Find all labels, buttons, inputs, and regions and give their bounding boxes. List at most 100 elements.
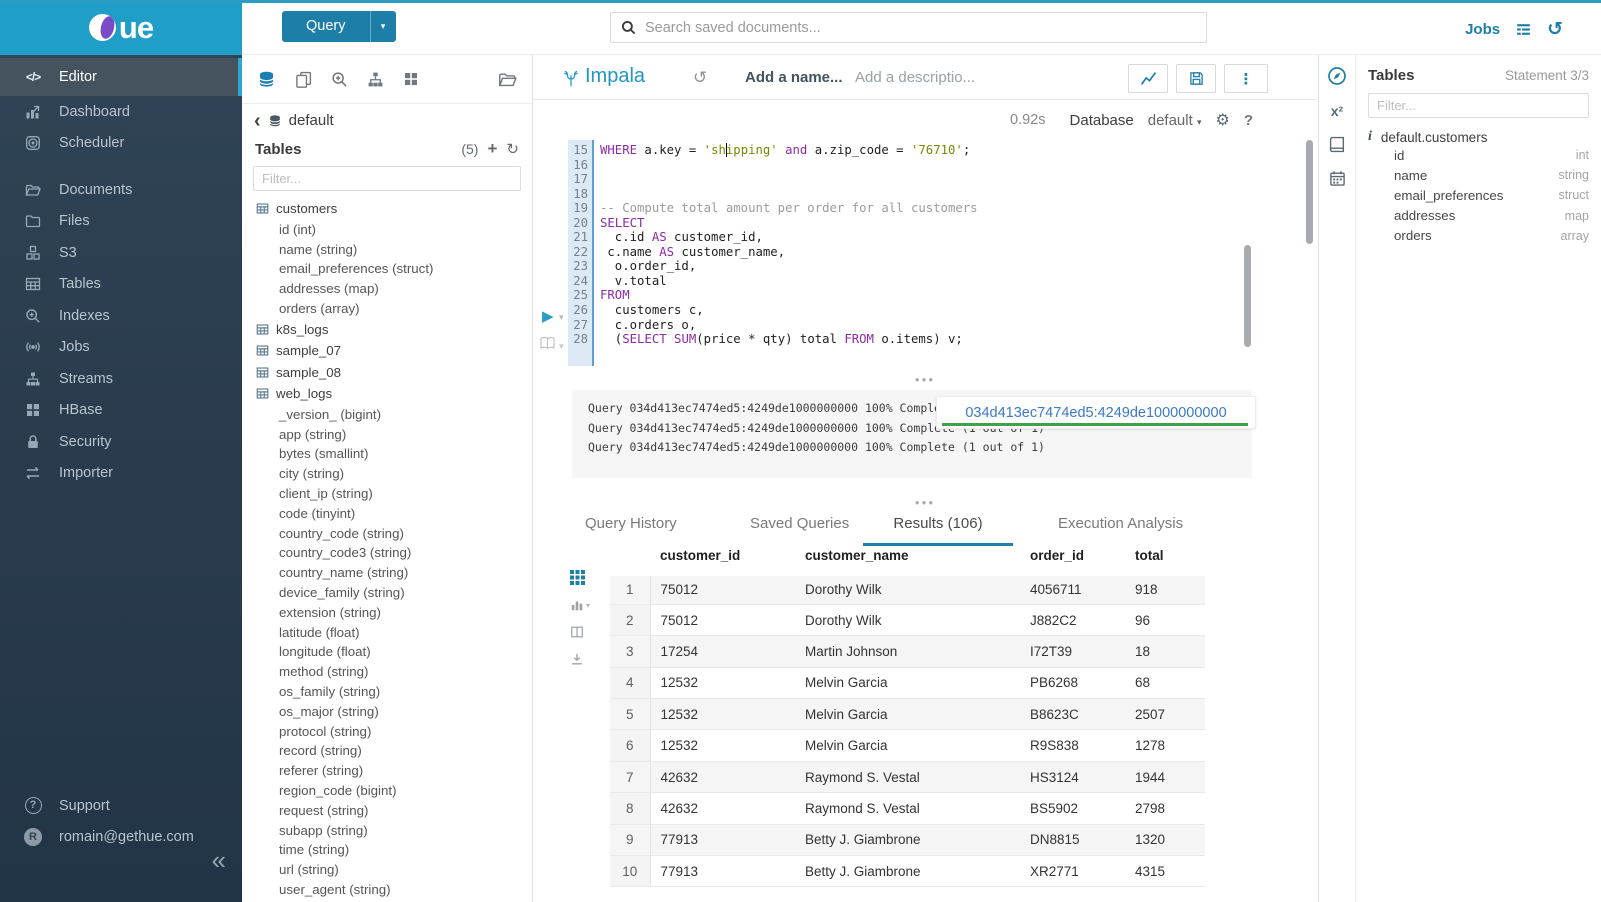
- document-search[interactable]: [610, 12, 1207, 43]
- assist-column-row[interactable]: device_family (string): [242, 583, 532, 603]
- query-description-field[interactable]: Add a descriptio...: [855, 69, 975, 86]
- assist-column-row[interactable]: city (string): [242, 464, 532, 484]
- result-row[interactable]: 842632Raymond S. VestalBS59022798: [610, 793, 1205, 824]
- language-reference-icon[interactable]: [1329, 136, 1346, 153]
- column-header[interactable]: total: [1125, 546, 1205, 573]
- column-header[interactable]: customer_name: [795, 546, 1020, 573]
- active-table-row[interactable]: i default.customers: [1368, 129, 1589, 145]
- info-icon[interactable]: i: [1368, 129, 1372, 145]
- sidebar-item-hbase[interactable]: HBase: [0, 395, 242, 427]
- functions-icon[interactable]: x²: [1331, 103, 1343, 119]
- hue-logo[interactable]: ue: [0, 0, 242, 55]
- open-folder-icon[interactable]: [498, 70, 517, 89]
- query-dropdown-caret-icon[interactable]: ▾: [370, 11, 396, 42]
- tab-saved-queries[interactable]: Saved Queries: [750, 505, 849, 543]
- result-row[interactable]: 275012Dorothy WilkJ882C296: [610, 604, 1205, 635]
- query-history-icon[interactable]: ↺: [1547, 18, 1563, 41]
- assist-column-row[interactable]: email_preferences (struct): [242, 259, 532, 279]
- assist-column-row[interactable]: url (string): [242, 860, 532, 880]
- zoom-in-icon[interactable]: [331, 71, 348, 88]
- sidebar-item-documents[interactable]: Documents: [0, 174, 242, 206]
- sidebar-item-s3[interactable]: S3: [0, 237, 242, 269]
- assist-column-row[interactable]: request (string): [242, 800, 532, 820]
- assist-column-row[interactable]: subapp (string): [242, 820, 532, 840]
- sidebar-item-jobs[interactable]: Jobs: [0, 332, 242, 364]
- result-row[interactable]: 977913Betty J. GiambroneDN88151320: [610, 824, 1205, 855]
- download-icon[interactable]: [570, 652, 584, 666]
- assist-column-row[interactable]: protocol (string): [242, 721, 532, 741]
- new-query-button[interactable]: Query ▾: [282, 11, 396, 42]
- documents-assist-icon[interactable]: [295, 71, 312, 88]
- assist-table-row[interactable]: sample_07: [242, 340, 532, 362]
- sidebar-item-importer[interactable]: Importer: [0, 458, 242, 490]
- chart-button[interactable]: [1128, 64, 1168, 93]
- presentation-mode-icon[interactable]: [539, 336, 556, 350]
- result-row[interactable]: 612532Melvin GarciaR9S8381278: [610, 730, 1205, 761]
- sidebar-collapse-button[interactable]: «: [212, 845, 226, 876]
- right-filter-input[interactable]: [1368, 93, 1589, 118]
- calendar-icon[interactable]: [1329, 170, 1346, 187]
- assistant-compass-icon[interactable]: [1327, 66, 1347, 86]
- assist-column-row[interactable]: addresses (map): [242, 279, 532, 299]
- assist-column-row[interactable]: orders (array): [242, 299, 532, 319]
- result-row[interactable]: 175012Dorothy Wilk4056711918: [610, 573, 1205, 604]
- presentation-caret-icon[interactable]: ▾: [559, 341, 564, 352]
- assist-table-row[interactable]: sample_08: [242, 361, 532, 383]
- result-row[interactable]: 512532Melvin GarciaB8623C2507: [610, 699, 1205, 730]
- table-column-row[interactable]: namestring: [1368, 165, 1589, 185]
- grid-view-icon[interactable]: [570, 570, 585, 585]
- assist-column-row[interactable]: name (string): [242, 239, 532, 259]
- assist-column-row[interactable]: client_ip (string): [242, 484, 532, 504]
- help-icon[interactable]: ?: [1244, 112, 1253, 129]
- assist-column-row[interactable]: method (string): [242, 662, 532, 682]
- assist-column-row[interactable]: app (string): [242, 424, 532, 444]
- settings-gear-icon[interactable]: ⚙: [1215, 110, 1229, 130]
- table-filter-input[interactable]: [253, 166, 521, 191]
- engine-title[interactable]: Impala: [585, 65, 645, 88]
- column-header[interactable]: customer_id: [650, 546, 795, 573]
- database-select[interactable]: default ▾: [1148, 112, 1202, 129]
- result-row[interactable]: 412532Melvin GarciaPB626868: [610, 667, 1205, 698]
- assist-column-row[interactable]: country_code (string): [242, 523, 532, 543]
- jobs-list-icon[interactable]: [1515, 21, 1532, 38]
- tab-execution-analysis[interactable]: Execution Analysis: [1058, 505, 1183, 543]
- assist-column-row[interactable]: record (string): [242, 741, 532, 761]
- save-button[interactable]: [1176, 64, 1216, 93]
- search-input[interactable]: [645, 20, 1196, 36]
- sidebar-item-user[interactable]: R romain@gethue.com: [0, 822, 242, 854]
- result-row[interactable]: 317254Martin JohnsonI72T3918: [610, 636, 1205, 667]
- resize-handle[interactable]: ●●●: [533, 375, 1317, 384]
- apps-assist-icon[interactable]: [403, 71, 419, 87]
- table-column-row[interactable]: ordersarray: [1368, 226, 1589, 246]
- tab-query-history[interactable]: Query History: [585, 505, 677, 543]
- assist-column-row[interactable]: extension (string): [242, 602, 532, 622]
- sidebar-item-editor[interactable]: </> Editor: [0, 58, 242, 96]
- assist-table-row[interactable]: k8s_logs: [242, 318, 532, 340]
- sidebar-item-tables[interactable]: Tables: [0, 269, 242, 301]
- table-column-row[interactable]: addressesmap: [1368, 206, 1589, 226]
- assist-table-row[interactable]: web_logs: [242, 383, 532, 405]
- refresh-icon[interactable]: ↻: [506, 140, 519, 158]
- assist-column-row[interactable]: user_agent (string): [242, 880, 532, 900]
- back-chevron-icon[interactable]: ‹: [254, 111, 261, 131]
- sidebar-item-support[interactable]: ? Support: [0, 790, 242, 822]
- assist-table-row[interactable]: customers: [242, 198, 532, 220]
- assist-column-row[interactable]: _version_ (bigint): [242, 404, 532, 424]
- result-row[interactable]: 1077913Betty J. GiambroneXR27714315: [610, 856, 1205, 887]
- execute-caret-icon[interactable]: ▾: [559, 312, 564, 323]
- sql-editor[interactable]: ▶ ▾ ▾ 1516171819202122232425262728 WHERE…: [533, 140, 1317, 366]
- job-id-link[interactable]: 034d413ec7474ed5:4249de1000000000: [965, 405, 1226, 421]
- editor-history-icon[interactable]: ↺: [693, 68, 707, 88]
- tab-results[interactable]: Results (106): [863, 505, 1013, 546]
- table-column-row[interactable]: idint: [1368, 145, 1589, 165]
- sidebar-item-files[interactable]: Files: [0, 206, 242, 238]
- sidebar-item-indexes[interactable]: Indexes: [0, 300, 242, 332]
- chart-view-icon[interactable]: ▾: [570, 598, 590, 612]
- assist-column-row[interactable]: latitude (float): [242, 622, 532, 642]
- active-table-name[interactable]: default.customers: [1381, 130, 1488, 145]
- sidebar-item-dashboard[interactable]: Dashboard: [0, 96, 242, 128]
- columns-view-icon[interactable]: [570, 625, 584, 639]
- assist-column-row[interactable]: country_code3 (string): [242, 543, 532, 563]
- assist-column-row[interactable]: time (string): [242, 840, 532, 860]
- main-scrollbar[interactable]: [1306, 140, 1313, 244]
